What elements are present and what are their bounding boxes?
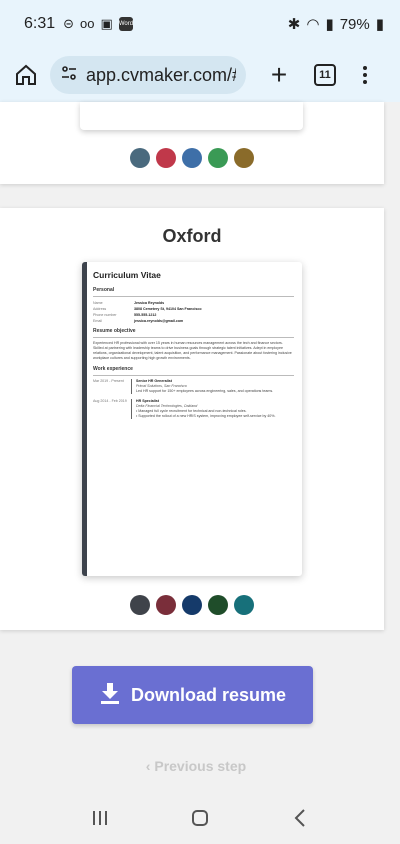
color-swatch[interactable]	[234, 148, 254, 168]
chevron-left-icon: ‹	[145, 758, 151, 774]
back-icon[interactable]	[293, 808, 307, 828]
color-swatch[interactable]	[182, 595, 202, 615]
image-icon: ▣	[100, 16, 113, 31]
color-swatches-oxford	[130, 595, 254, 615]
address-bar[interactable]: app.cvmaker.com/#	[50, 56, 246, 94]
app-badge-icon: Word	[118, 17, 133, 31]
status-time: 6:31	[24, 15, 56, 32]
site-settings-icon[interactable]	[60, 64, 78, 87]
cv-job: Mar 2019 - Present Senior HR Generalist …	[93, 379, 294, 394]
download-label: Download resume	[130, 684, 287, 705]
download-resume-button[interactable]: Download resume	[72, 666, 313, 724]
color-swatch[interactable]	[156, 595, 176, 615]
template-title: Oxford	[162, 226, 222, 246]
download-icon	[99, 681, 121, 710]
color-swatches-previous	[130, 148, 254, 168]
cv-job: Aug 2014 - Feb 2019 HR Specialist Delta …	[93, 399, 294, 419]
previous-step-link[interactable]: ‹ Previous step	[0, 758, 392, 774]
color-swatch[interactable]	[130, 595, 150, 615]
overflow-menu-icon[interactable]	[360, 66, 370, 84]
new-tab-icon[interactable]: +	[264, 61, 294, 89]
color-swatch[interactable]	[208, 595, 228, 615]
template-preview-stub[interactable]	[80, 102, 303, 130]
cv-section-work: Work experience	[93, 366, 294, 376]
battery-level: 79%	[339, 15, 370, 33]
cv-heading: Curriculum Vitae	[93, 270, 161, 280]
cv-section-personal: Personal	[93, 287, 294, 297]
previous-step-label: Previous step	[154, 758, 247, 774]
resume-preview[interactable]: Curriculum Vitae Personal Name Jessica Re…	[82, 262, 302, 576]
bluetooth-icon: ✱	[287, 16, 301, 33]
template-card-oxford[interactable]: Oxford Curriculum Vitae Personal Name Jes…	[0, 208, 384, 630]
home-icon[interactable]	[10, 59, 42, 91]
color-swatch[interactable]	[130, 148, 150, 168]
color-swatch[interactable]	[234, 595, 254, 615]
recents-icon[interactable]	[92, 811, 107, 825]
cv-objective-text: Experienced HR professional with over 15…	[93, 341, 292, 360]
system-nav-bar	[0, 792, 400, 844]
url-text[interactable]: app.cvmaker.com/#	[86, 65, 236, 86]
color-swatch[interactable]	[182, 148, 202, 168]
minus-circle-icon: ⊝	[63, 16, 75, 31]
template-card-previous[interactable]	[0, 102, 384, 184]
tab-switcher-button[interactable]: 11	[314, 64, 336, 86]
battery-icon: ▮	[375, 16, 384, 33]
signal-icon: ▮	[325, 16, 334, 33]
color-swatch[interactable]	[208, 148, 228, 168]
home-nav-icon[interactable]	[191, 810, 208, 826]
voicemail-icon: oo	[80, 16, 95, 31]
wifi-icon: ◠	[306, 16, 320, 33]
browser-toolbar: app.cvmaker.com/# + 11	[0, 48, 400, 102]
status-right-icons: ✱ ◠ ▮ 79% ▮	[287, 15, 384, 34]
cv-section-objective: Resume objective	[93, 328, 294, 338]
status-notification-icons: ⊝ oo ▣ Word	[63, 17, 133, 31]
status-bar: 6:31 ⊝ oo ▣ Word ✱ ◠ ▮ 79% ▮	[0, 0, 400, 48]
color-swatch[interactable]	[156, 148, 176, 168]
